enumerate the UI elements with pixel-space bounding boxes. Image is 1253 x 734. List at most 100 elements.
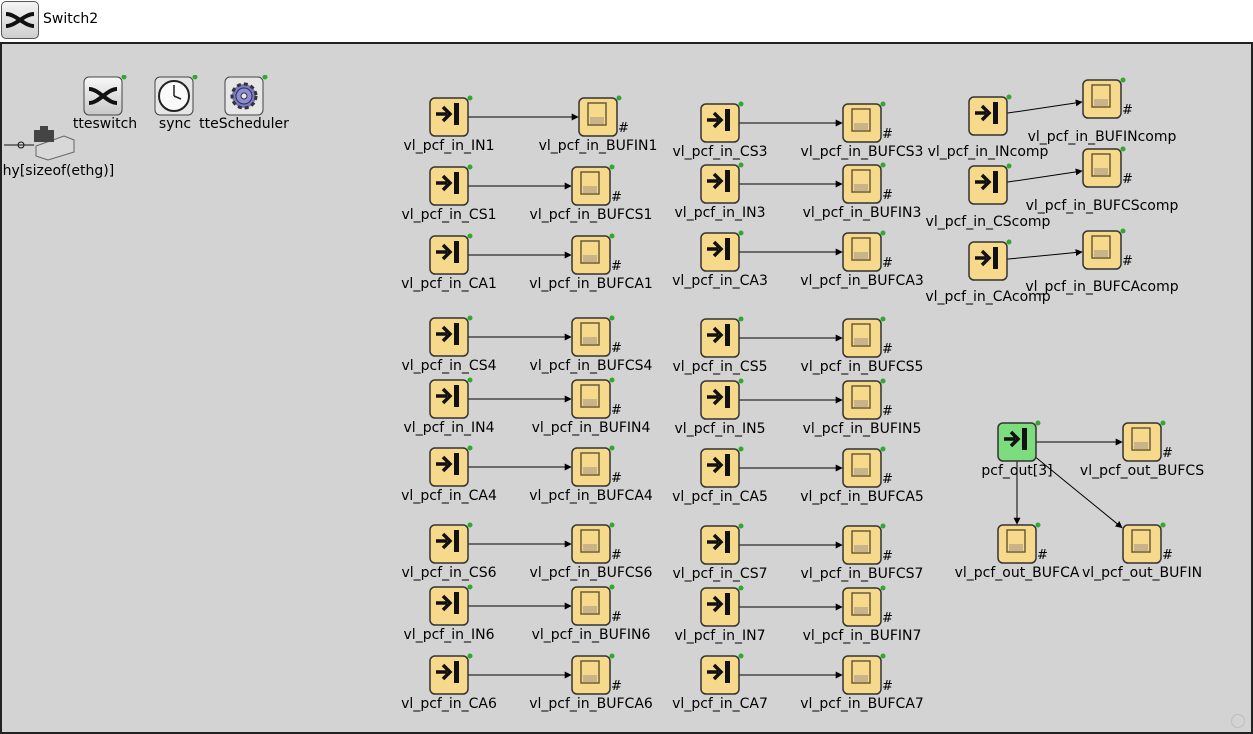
queue-marker: #: [882, 404, 893, 419]
module-label: vl_pcf_in_BUFIN3: [802, 205, 922, 221]
buffer-module[interactable]: [1082, 228, 1126, 274]
buffer-module[interactable]: [571, 653, 615, 699]
buffer-module[interactable]: [1122, 420, 1166, 466]
vl-input-icon: [968, 239, 1012, 285]
module-label: vl_pcf_in_IN1: [403, 138, 495, 154]
buffer-module[interactable]: [842, 101, 886, 147]
queue-marker: #: [882, 127, 893, 142]
buffer-module[interactable]: [571, 377, 615, 423]
vl-input-module[interactable]: [700, 446, 744, 492]
buffer-module[interactable]: [1082, 77, 1126, 123]
connection-arrow: [1006, 99, 1083, 114]
shuffle-switch-icon: [83, 74, 127, 116]
vl-input-module[interactable]: [429, 653, 473, 699]
phy-module[interactable]: [4, 124, 78, 168]
buffer-module[interactable]: [571, 164, 615, 210]
buffer-module[interactable]: [842, 162, 886, 208]
buffer-module[interactable]: [571, 445, 615, 491]
vl-input-module[interactable]: [700, 653, 744, 699]
title-bar: Switch2: [0, 0, 1253, 42]
module-label: vl_pcf_in_BUFCS7: [800, 566, 924, 582]
module-label: vl_pcf_in_BUFCS1: [529, 207, 653, 223]
queue-marker: #: [611, 679, 622, 694]
vl-input-module[interactable]: [700, 523, 744, 569]
module-label: vl_pcf_in_CS5: [672, 359, 768, 375]
queue-marker: #: [882, 342, 893, 357]
buffer-module[interactable]: [842, 378, 886, 424]
vl-input-module[interactable]: [429, 315, 473, 361]
module-label: vl_pcf_in_INcomp: [927, 144, 1049, 160]
module-label: pcf_out[3]: [981, 463, 1053, 479]
vl-input-module[interactable]: [700, 230, 744, 276]
module-label: vl_pcf_in_CS7: [672, 566, 768, 582]
module-label: vl_pcf_in_BUFCA5: [800, 489, 924, 505]
vl-input-module[interactable]: [968, 94, 1012, 140]
vl-input-module[interactable]: [700, 378, 744, 424]
queue-marker: #: [882, 549, 893, 564]
queue-marker: #: [611, 610, 622, 625]
module-label: vl_pcf_in_BUFCA4: [529, 488, 653, 504]
vl-input-module[interactable]: [429, 445, 473, 491]
buffer-module[interactable]: [842, 653, 886, 699]
module-label: vl_pcf_in_IN7: [674, 628, 766, 644]
vl-input-module[interactable]: [429, 377, 473, 423]
module-label: vl_pcf_in_BUFCS3: [800, 144, 924, 160]
buffer-module[interactable]: [578, 95, 622, 141]
buffer-module[interactable]: [571, 315, 615, 361]
buffer-module[interactable]: [997, 522, 1041, 568]
vl-input-icon: [968, 163, 1012, 209]
buffer-module[interactable]: [571, 522, 615, 568]
ethernet-interface-icon: [4, 126, 75, 161]
queue-marker: #: [882, 188, 893, 203]
vl-input-module[interactable]: [700, 585, 744, 631]
vl-input-module[interactable]: [429, 95, 473, 141]
vl-input-module[interactable]: [429, 584, 473, 630]
module-label: tteScheduler: [199, 116, 289, 132]
buffer-module[interactable]: [1082, 146, 1126, 192]
module-label: vl_pcf_out_BUFCA: [954, 565, 1080, 581]
module-label: sync: [158, 116, 192, 132]
vl-input-module[interactable]: [700, 101, 744, 147]
module-label: vl_pcf_in_IN5: [674, 421, 766, 437]
window-title: Switch2: [43, 11, 99, 27]
module-label: vl_pcf_in_CA3: [672, 273, 768, 289]
buffer-module[interactable]: [842, 230, 886, 276]
module-label: vl_pcf_in_IN6: [403, 627, 495, 643]
vl-input-module[interactable]: [700, 316, 744, 362]
vl-input-module[interactable]: [429, 522, 473, 568]
vl-input-module[interactable]: [997, 420, 1041, 466]
queue-marker: #: [611, 341, 622, 356]
queue-marker: #: [1162, 446, 1173, 461]
vl-input-module[interactable]: [429, 233, 473, 279]
vl-input-module[interactable]: [968, 163, 1012, 209]
vl-input-module[interactable]: [968, 239, 1012, 285]
module-label: vl_pcf_out_BUFCS: [1079, 463, 1205, 479]
buffer-module[interactable]: [1122, 522, 1166, 568]
network-canvas[interactable]: tteswitch sync tteScheduler phy[sizeof(e…: [0, 42, 1253, 734]
module-label: vl_pcf_in_BUFCA1: [529, 276, 653, 292]
queue-marker: #: [882, 472, 893, 487]
module-label: vl_pcf_in_BUFCS4: [529, 358, 653, 374]
module-label: vl_pcf_out_BUFIN: [1081, 565, 1203, 581]
vl-input-module[interactable]: [700, 162, 744, 208]
queue-marker: #: [611, 403, 622, 418]
buffer-module[interactable]: [842, 585, 886, 631]
buffer-module[interactable]: [842, 316, 886, 362]
sync-module[interactable]: [154, 74, 198, 121]
ttescheduler-module[interactable]: [224, 74, 268, 121]
queue-marker: #: [611, 471, 622, 486]
buffer-module[interactable]: [842, 523, 886, 569]
queue-marker: #: [882, 611, 893, 626]
vl-input-module[interactable]: [429, 164, 473, 210]
module-label: vl_pcf_in_CS6: [401, 565, 497, 581]
shuffle-switch-icon: [1, 1, 39, 39]
buffer-queue-icon: [1082, 77, 1126, 123]
buffer-module[interactable]: [571, 233, 615, 279]
buffer-module[interactable]: [571, 584, 615, 630]
module-label: vl_pcf_in_BUFIN4: [531, 420, 651, 436]
module-label: vl_pcf_in_BUFIN6: [531, 627, 651, 643]
tteswitch-module[interactable]: [83, 74, 127, 121]
watermark-icon: [1231, 714, 1245, 728]
buffer-module[interactable]: [842, 446, 886, 492]
queue-marker: #: [882, 679, 893, 694]
